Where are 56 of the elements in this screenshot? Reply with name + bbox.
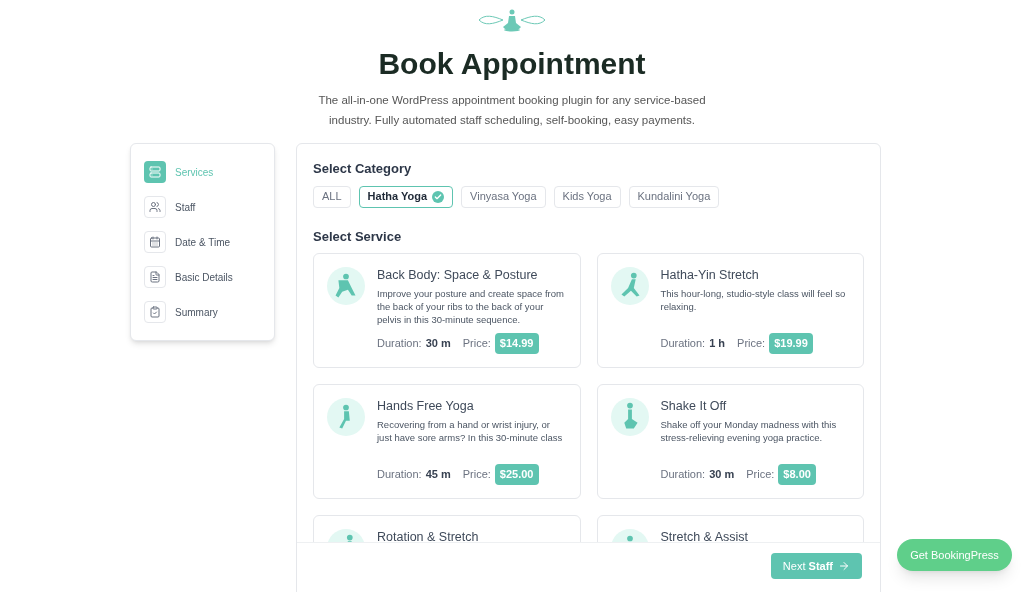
service-description: Shake off your Monday madness with this stress-relieving evening yoga practice. <box>660 418 838 445</box>
step-icon <box>144 196 166 218</box>
service-title: Rotation & Stretch <box>377 529 480 542</box>
price-label: Price: <box>746 467 775 482</box>
yoga-pose-icon <box>610 398 649 436</box>
duration-value: 1 h <box>709 336 726 351</box>
price-tag: $25.00 <box>494 464 539 485</box>
price-tag: $14.99 <box>494 333 539 354</box>
service-title: Hatha-Yin Stretch <box>660 267 760 283</box>
duration-value: 30 m <box>425 336 451 351</box>
category-chip[interactable]: Vinyasa Yoga <box>461 185 546 208</box>
price-label: Price: <box>737 336 766 351</box>
category-chip[interactable]: Kids Yoga <box>553 185 621 208</box>
step-icon <box>144 301 166 323</box>
step-icon <box>144 266 166 288</box>
step-item[interactable]: Basic Details <box>144 264 261 290</box>
service-title: Shake It Off <box>660 398 728 414</box>
service-title: Stretch & Assist <box>660 529 750 542</box>
yoga-pose-icon <box>610 267 649 305</box>
step-icon <box>144 161 166 183</box>
category-chip[interactable]: Kundalini Yoga <box>628 185 720 208</box>
duration-label: Duration: <box>377 467 422 482</box>
price-label: Price: <box>462 336 491 351</box>
price-tag: $19.99 <box>769 333 813 354</box>
service-description: Recovering from a hand or wrist injury, or just have sore arms? In this 30-minute class <box>377 418 564 445</box>
service-title: Back Body: Space & Posture <box>377 267 539 283</box>
service-card[interactable]: Shake It Off Shake off your Monday madness with this stress-relieving evening yoga practice. Duration: 30 m Price: $8.00 <box>596 384 864 499</box>
duration-label: Duration: <box>377 336 422 351</box>
service-title: Hands Free Yoga <box>377 398 475 414</box>
category-chip[interactable]: Hatha Yoga <box>358 185 454 208</box>
check-icon <box>432 190 445 203</box>
step-icon <box>144 231 166 253</box>
yoga-pose-icon <box>327 398 365 436</box>
step-item[interactable]: Date & Time <box>144 229 261 255</box>
service-description: This hour-long, studio-style class will feel so relaxing. <box>660 287 847 314</box>
step-item[interactable]: Staff <box>144 194 261 220</box>
section-heading: Select Service <box>313 227 403 246</box>
step-item[interactable]: Summary <box>144 299 261 325</box>
duration-value: 45 m <box>425 467 451 482</box>
duration-value: 30 m <box>709 467 735 482</box>
duration-label: Duration: <box>660 467 706 482</box>
service-card[interactable]: Hatha-Yin Stretch This hour-long, studio-style class will feel so relaxing. Duration: 1 h Price: $19.99 <box>596 253 864 368</box>
section-heading: Select Category <box>313 160 413 178</box>
price-tag: $8.00 <box>778 464 816 485</box>
yoga-pose-icon <box>327 267 365 305</box>
service-card[interactable]: Rotation & Stretch <box>313 515 581 542</box>
page-subtitle: The all-in-one WordPress appointment booking plugin for any service-based industry. Fully automated staff scheduling, self-booking, easy payments. <box>317 93 707 128</box>
service-card[interactable]: Back Body: Space & Posture Improve your posture and create space from the back of your ribs to the back of your pelvis in this 30-minute sequence. Duration: 30 m Price: $14.99 <box>313 253 581 368</box>
arrow-icon <box>838 560 850 572</box>
service-description: Improve your posture and create space from the back of your ribs to the back of your pelvis in this 30-minute sequence. <box>377 287 565 327</box>
service-card[interactable]: Stretch & Assist <box>596 515 864 542</box>
service-card[interactable]: Hands Free Yoga Recovering from a hand or wrist injury, or just have sore arms? In this 30-minute class Duration: 45 m Price: $25.00 <box>313 384 581 499</box>
price-label: Price: <box>462 467 491 482</box>
duration-label: Duration: <box>660 336 706 351</box>
category-chip[interactable]: ALL <box>313 185 351 208</box>
page-title: Book Appointment <box>378 46 646 82</box>
